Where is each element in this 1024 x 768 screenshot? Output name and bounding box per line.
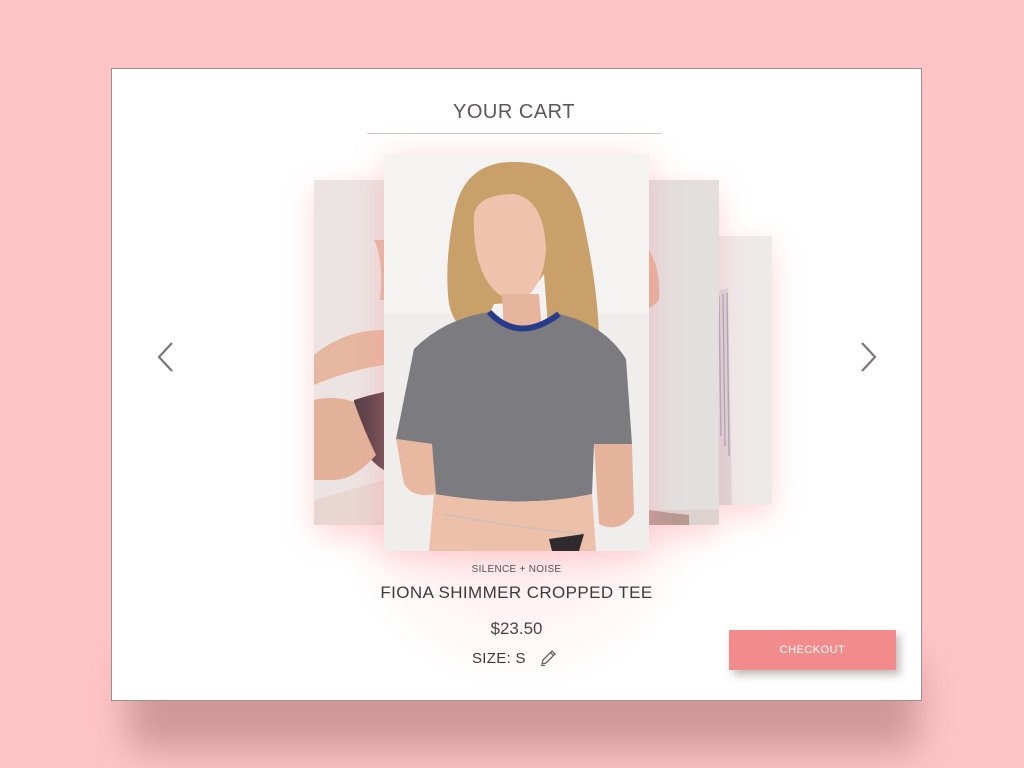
product-image-cropped-tee xyxy=(384,154,649,551)
page-title: YOUR CART xyxy=(453,101,575,123)
title-divider xyxy=(367,133,661,134)
product-price: $23.50 xyxy=(490,619,543,638)
carousel-prev-button[interactable] xyxy=(152,337,182,377)
product-image-skirt xyxy=(314,180,384,525)
product-slide-previous[interactable] xyxy=(314,180,384,525)
chevron-left-icon xyxy=(157,342,173,372)
product-brand: SILENCE + NOISE xyxy=(471,564,562,575)
product-slide-current[interactable] xyxy=(384,154,649,551)
product-image-dress xyxy=(649,180,719,525)
size-label: SIZE: S xyxy=(472,649,526,667)
product-slide-far[interactable] xyxy=(718,236,772,505)
pencil-icon[interactable] xyxy=(538,648,558,668)
size-row: SIZE: S xyxy=(472,647,592,669)
product-slide-next[interactable] xyxy=(649,180,719,525)
carousel-next-button[interactable] xyxy=(852,337,882,377)
checkout-button[interactable]: CHECKOUT xyxy=(729,630,896,670)
product-image-striped-shirt xyxy=(718,236,772,505)
cart-card: YOUR CART SILENCE + NOISE FIONA SHIMMER … xyxy=(111,68,922,701)
chevron-right-icon xyxy=(861,342,877,372)
product-name: FIONA SHIMMER CROPPED TEE xyxy=(380,583,653,602)
